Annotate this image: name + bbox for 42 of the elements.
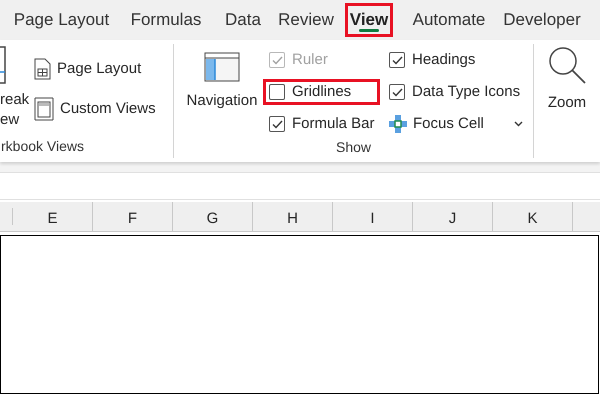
column-header[interactable]: J [413,202,493,231]
checkbox-option: Ruler [263,47,383,73]
focus-cell-button[interactable]: Focus Cell [383,111,533,137]
page-layout-icon [34,58,51,80]
column-header[interactable]: I [333,202,413,231]
checkbox[interactable] [389,84,405,100]
column-header[interactable]: F [93,202,173,231]
group-label: rkbook Views [0,137,86,156]
column-header[interactable]: E [13,202,93,231]
ribbon-button[interactable]: Custom Views [34,94,156,124]
check-icon [392,56,402,64]
checkbox-option[interactable]: Gridlines [263,79,380,105]
checkbox[interactable] [269,116,285,132]
check-icon [272,120,282,128]
ribbon-tab[interactable]: View [345,3,393,37]
navigation-button[interactable]: Navigation [185,40,259,137]
column-header[interactable]: H [253,202,333,231]
ribbon-tab[interactable]: Developer [499,0,585,40]
navigation-pane-icon [204,52,240,82]
column-header[interactable]: G [173,202,253,231]
page-icon [0,46,6,84]
zoom-button[interactable]: Zoom [548,46,586,142]
ribbon-tab[interactable]: Review [273,0,339,40]
checkbox-option[interactable]: Headings [383,47,533,73]
checkbox[interactable] [389,52,405,68]
caret-icon [514,121,523,127]
focus-cell-icon [389,115,407,133]
ribbon-tab[interactable]: Data [213,0,273,40]
checkbox-option[interactable]: Data Type Icons [383,79,533,105]
ribbon-tab[interactable]: Automate [399,0,499,40]
page-break-preview-button[interactable]: reak ew [0,90,30,130]
ribbon-tab[interactable]: Formulas [119,0,213,40]
checkbox-option[interactable]: Formula Bar [263,111,383,137]
checkbox[interactable] [269,84,285,100]
group-label: Show [336,138,372,157]
window-icon [34,97,54,121]
ribbon-tab[interactable]: Page Layout [4,0,119,40]
check-icon [272,56,282,64]
ribbon-button[interactable]: Page Layout [34,54,156,84]
check-icon [392,88,402,96]
column-header[interactable]: K [493,202,573,231]
search-icon [548,46,586,84]
